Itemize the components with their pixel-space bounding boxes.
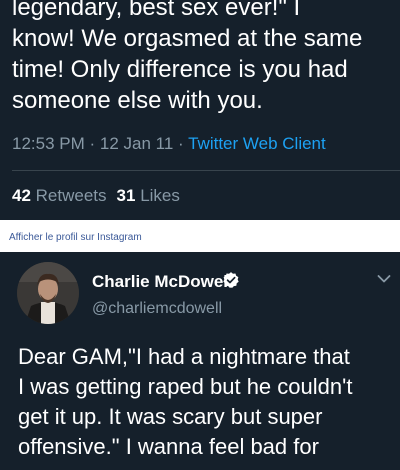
tweet-time[interactable]: 12:53 PM (12, 134, 85, 153)
tweet-text: Dear GAM,"I had a nightmare that I was g… (18, 344, 353, 459)
retweet-count: 42 (12, 186, 31, 205)
tweet-text: legendary, best sex ever!" I know! We or… (12, 0, 363, 114)
tweet-client-link[interactable]: Twitter Web Client (188, 134, 326, 153)
tweet-stats: 42 Retweets 31 Likes (12, 186, 180, 206)
chevron-down-icon[interactable] (377, 274, 391, 284)
tweet-date[interactable]: 12 Jan 11 (100, 134, 173, 153)
username-handle[interactable]: @charliemcdowell (92, 300, 222, 318)
display-name[interactable]: Charlie McDowell (92, 272, 233, 292)
avatar[interactable] (17, 262, 79, 324)
retweet-label: Retweets (35, 186, 107, 205)
verified-badge-icon (223, 272, 239, 288)
retweets-stat[interactable]: 42 Retweets (12, 186, 107, 205)
tweet-card-bottom: Charlie McDowell @charliemcdowell Dear G… (0, 252, 400, 470)
divider (12, 170, 400, 171)
tweet-meta: 12:53 PM · 12 Jan 11 · Twitter Web Clien… (12, 134, 326, 153)
like-count: 31 (116, 186, 136, 205)
like-label: Likes (140, 186, 180, 205)
instagram-profile-link[interactable]: Afficher le profil sur Instagram (9, 232, 142, 243)
tweet-card-top: legendary, best sex ever!" I know! We or… (0, 0, 400, 220)
likes-stat[interactable]: 31 Likes (117, 186, 180, 205)
avatar-image (17, 262, 79, 324)
